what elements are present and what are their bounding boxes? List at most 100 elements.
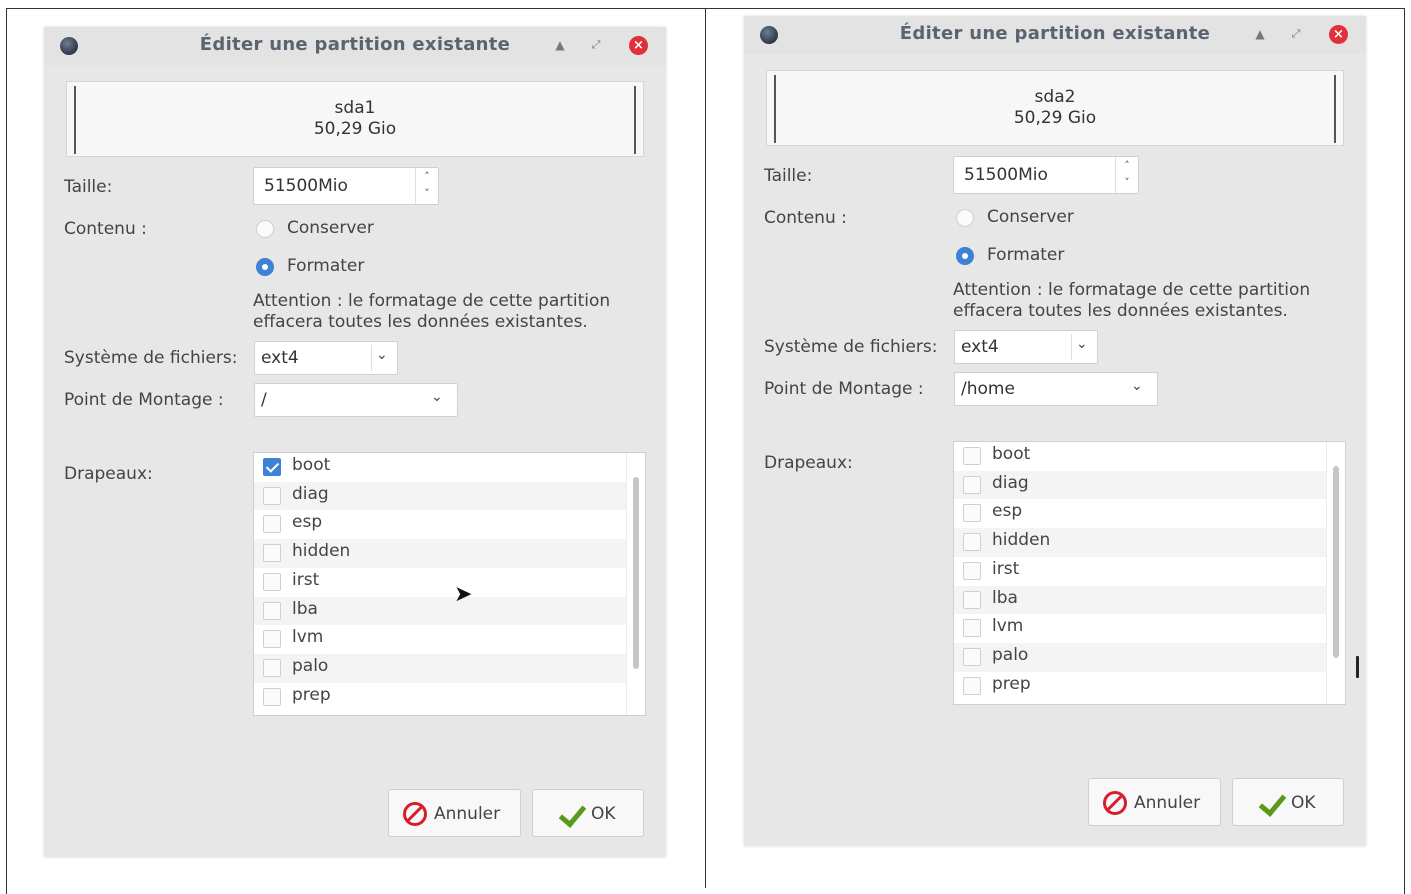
- checkbox-hidden[interactable]: [963, 533, 981, 552]
- flag-row-prep[interactable]: prep: [254, 683, 628, 712]
- checkbox-lba[interactable]: [963, 590, 981, 609]
- flag-label: hidden: [992, 530, 1051, 551]
- spin-up-icon[interactable]: ˄: [1116, 157, 1138, 175]
- size-spinbox[interactable]: 51500Mio ˄ ˅: [953, 156, 1139, 194]
- flag-row-diag[interactable]: diag: [254, 481, 628, 511]
- format-warning-line2: effacera toutes les données existantes.: [953, 301, 1288, 321]
- size-spinbox[interactable]: 51500Mio ˄ ˅: [253, 167, 439, 205]
- flag-row-lba[interactable]: lba: [954, 585, 1328, 615]
- keep-radio[interactable]: [956, 209, 974, 227]
- spin-up-icon[interactable]: ˄: [416, 168, 438, 186]
- size-value[interactable]: 51500Mio: [264, 176, 348, 196]
- mount-point-combo[interactable]: / ⌄: [254, 383, 458, 417]
- spin-down-icon[interactable]: ˅: [416, 185, 438, 203]
- filesystem-label: Système de fichiers:: [764, 337, 938, 357]
- flag-row-esp[interactable]: esp: [254, 510, 628, 539]
- mount-point-input[interactable]: /home: [961, 379, 1015, 399]
- chevron-down-icon[interactable]: ⌄: [1076, 336, 1088, 352]
- checkbox-esp[interactable]: [263, 515, 281, 534]
- format-radio[interactable]: [956, 247, 974, 265]
- filesystem-select[interactable]: ext4 ⌄: [954, 330, 1098, 364]
- spin-buttons: ˄ ˅: [1115, 157, 1138, 193]
- frame-divider: [705, 8, 706, 888]
- checkbox-prep[interactable]: [263, 687, 281, 706]
- flag-label: esp: [292, 512, 323, 533]
- cancel-button[interactable]: Annuler: [388, 789, 521, 837]
- flag-row-esp[interactable]: esp: [954, 499, 1328, 528]
- size-value[interactable]: 51500Mio: [964, 165, 1048, 185]
- scrollbar-thumb[interactable]: [1333, 466, 1339, 658]
- ok-button[interactable]: OK: [532, 789, 644, 837]
- flag-row-hidden[interactable]: hidden: [254, 539, 628, 568]
- flag-label: lba: [992, 587, 1018, 608]
- close-icon[interactable]: ×: [1329, 25, 1348, 44]
- format-radio-label[interactable]: Formater: [287, 256, 364, 276]
- checkbox-irst[interactable]: [963, 561, 981, 580]
- flags-scrollbar[interactable]: [1326, 442, 1345, 704]
- flag-row-lba[interactable]: lba: [254, 596, 628, 626]
- checkbox-esp[interactable]: [963, 504, 981, 523]
- checkbox-diag[interactable]: [963, 475, 981, 494]
- ok-button[interactable]: OK: [1232, 778, 1344, 826]
- flag-label: hidden: [292, 541, 351, 562]
- chevron-down-icon[interactable]: ⌄: [376, 347, 388, 363]
- checkbox-lvm[interactable]: [263, 630, 281, 649]
- flag-row-lvm[interactable]: lvm: [254, 625, 628, 654]
- checkbox-diag[interactable]: [263, 486, 281, 505]
- flag-label: lvm: [292, 627, 324, 648]
- checkbox-palo[interactable]: [263, 658, 281, 677]
- minimize-icon[interactable]: ▲: [1250, 24, 1270, 44]
- flag-label: prep: [992, 673, 1031, 694]
- flag-label: prep: [292, 684, 331, 705]
- flags-list[interactable]: boot diag esp hidden irst lba lvm palo p…: [253, 452, 646, 716]
- keep-radio[interactable]: [256, 220, 274, 238]
- flag-row-boot[interactable]: boot: [954, 442, 1328, 471]
- flag-row-hidden[interactable]: hidden: [954, 528, 1328, 557]
- flag-row-palo[interactable]: palo: [954, 642, 1328, 672]
- filesystem-select[interactable]: ext4 ⌄: [254, 341, 398, 375]
- flag-label: boot: [992, 444, 1031, 464]
- minimize-icon[interactable]: ▲: [550, 35, 570, 55]
- flag-row-irst[interactable]: irst: [254, 568, 628, 597]
- maximize-icon[interactable]: ⤢: [586, 35, 606, 55]
- resize-handle: [1356, 656, 1359, 678]
- mount-point-combo[interactable]: /home ⌄: [954, 372, 1158, 406]
- cancel-button[interactable]: Annuler: [1088, 778, 1221, 826]
- scrollbar-thumb[interactable]: [633, 477, 639, 669]
- flag-row-irst[interactable]: irst: [954, 557, 1328, 586]
- keep-radio-label[interactable]: Conserver: [987, 207, 1074, 227]
- flag-row-prep[interactable]: prep: [954, 672, 1328, 701]
- keep-radio-label[interactable]: Conserver: [287, 218, 374, 238]
- close-icon[interactable]: ×: [629, 36, 648, 55]
- combo-separator: [1071, 334, 1072, 360]
- format-radio[interactable]: [256, 258, 274, 276]
- flag-label: irst: [292, 569, 320, 590]
- spin-down-icon[interactable]: ˅: [1116, 174, 1138, 192]
- flags-scrollbar[interactable]: [626, 453, 645, 715]
- checkbox-lvm[interactable]: [963, 619, 981, 638]
- chevron-down-icon[interactable]: ⌄: [1131, 378, 1143, 394]
- mount-point-label: Point de Montage :: [764, 379, 924, 399]
- flags-list[interactable]: boot diag esp hidden irst lba lvm palo p…: [953, 441, 1346, 705]
- checkbox-hidden[interactable]: [263, 544, 281, 563]
- flag-label: lba: [292, 598, 318, 619]
- checkbox-prep[interactable]: [963, 676, 981, 695]
- checkbox-lba[interactable]: [263, 601, 281, 620]
- flag-label: esp: [992, 501, 1023, 522]
- checkbox-irst[interactable]: [263, 572, 281, 591]
- format-radio-label[interactable]: Formater: [987, 245, 1064, 265]
- maximize-icon[interactable]: ⤢: [1286, 24, 1306, 44]
- flag-row-boot[interactable]: boot: [254, 453, 628, 482]
- flag-row-diag[interactable]: diag: [954, 470, 1328, 500]
- flag-label: palo: [292, 655, 329, 676]
- flag-row-palo[interactable]: palo: [254, 653, 628, 683]
- flag-row-lvm[interactable]: lvm: [954, 614, 1328, 643]
- cancel-icon: [1103, 791, 1127, 815]
- flag-label: lvm: [992, 616, 1024, 637]
- checkbox-boot[interactable]: [963, 447, 981, 465]
- format-warning-line2: effacera toutes les données existantes.: [253, 312, 588, 332]
- chevron-down-icon[interactable]: ⌄: [431, 389, 443, 405]
- mount-point-input[interactable]: /: [261, 390, 267, 410]
- checkbox-boot[interactable]: [263, 458, 281, 476]
- checkbox-palo[interactable]: [963, 647, 981, 666]
